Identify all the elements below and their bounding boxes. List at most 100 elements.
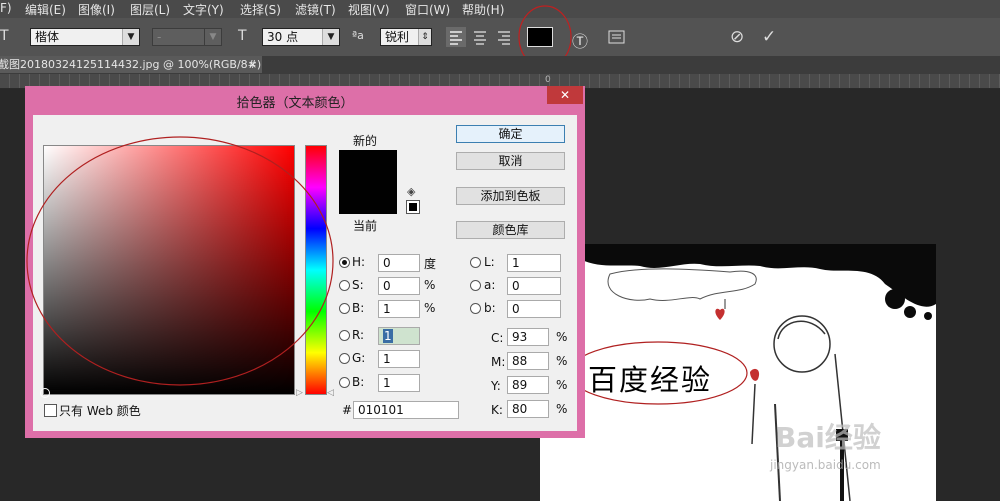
- y-input[interactable]: 89: [507, 376, 549, 394]
- blue-radio[interactable]: [339, 377, 350, 388]
- align-left-icon: [450, 31, 462, 45]
- new-color-preview: [339, 150, 397, 214]
- k-label: K:: [491, 403, 503, 417]
- s-radio[interactable]: [339, 280, 350, 291]
- watermark-url: jingyan.baidu.com: [770, 458, 881, 472]
- hue-slider-handle-right[interactable]: ◁: [327, 388, 334, 398]
- color-libraries-button[interactable]: 颜色库: [456, 221, 565, 239]
- character-panel-icon[interactable]: [608, 29, 626, 45]
- blue-input[interactable]: 1: [378, 374, 420, 392]
- font-family-value: 楷体: [35, 30, 60, 44]
- l-input[interactable]: 1: [507, 254, 561, 272]
- antialias-value: 锐利: [385, 30, 410, 44]
- c-label: C:: [491, 331, 504, 345]
- chevron-down-icon: ▼: [122, 29, 139, 45]
- text-tool-icon[interactable]: T: [0, 28, 9, 44]
- g-radio[interactable]: [339, 353, 350, 364]
- menu-view[interactable]: 视图(V): [348, 1, 390, 18]
- a-label: a:: [484, 278, 496, 292]
- s-input[interactable]: 0: [378, 277, 420, 295]
- watermark-logo: Bai经验: [775, 421, 881, 454]
- add-to-swatches-button[interactable]: 添加到色板: [456, 187, 565, 205]
- ok-button[interactable]: 确定: [456, 125, 565, 143]
- dialog-body: ▷ ◁ 新的 当前 ◈ 确定 取消 添加到色板 颜色库 H: 0 度 S: 0 …: [26, 115, 577, 431]
- h-unit: 度: [424, 257, 437, 271]
- s-label: S:: [352, 278, 364, 292]
- gamut-cube-icon[interactable]: ◈: [407, 185, 415, 198]
- font-family-select[interactable]: 楷体 ▼: [30, 28, 140, 46]
- menu-layer[interactable]: 图层(L): [130, 1, 170, 18]
- lab-b-radio[interactable]: [470, 303, 481, 314]
- menu-window[interactable]: 窗口(W): [405, 1, 450, 18]
- b-radio[interactable]: [339, 303, 350, 314]
- dialog-close-button[interactable]: ✕: [547, 86, 583, 104]
- cancel-icon[interactable]: ⊘: [730, 27, 744, 47]
- menu-edit[interactable]: 编辑(E): [25, 1, 66, 18]
- antialias-select[interactable]: 锐利 ⇕: [380, 28, 432, 46]
- g-input[interactable]: 1: [378, 350, 420, 368]
- web-safe-swatch[interactable]: [406, 200, 420, 214]
- chevron-down-icon: ▼: [322, 29, 339, 45]
- b-unit: %: [424, 301, 436, 315]
- hex-input[interactable]: 010101: [353, 401, 459, 419]
- lab-b-label: b:: [484, 301, 496, 315]
- close-icon[interactable]: ×: [248, 56, 257, 73]
- l-label: L:: [484, 255, 495, 269]
- lab-b-input[interactable]: 0: [507, 300, 561, 318]
- a-radio[interactable]: [470, 280, 481, 291]
- menu-type[interactable]: 文字(Y): [183, 1, 224, 18]
- k-input[interactable]: 80: [507, 400, 549, 418]
- align-right-button[interactable]: [494, 27, 514, 47]
- chevron-updown-icon: ⇕: [418, 29, 431, 45]
- align-center-button[interactable]: [470, 27, 490, 47]
- r-input[interactable]: 1: [378, 327, 420, 345]
- c-input[interactable]: 93: [507, 328, 549, 346]
- h-label: H:: [352, 255, 366, 269]
- cancel-button[interactable]: 取消: [456, 152, 565, 170]
- antialias-icon: ªa: [352, 29, 364, 42]
- menu-file[interactable]: F): [0, 1, 12, 15]
- chevron-down-icon: ▼: [204, 29, 221, 45]
- menu-bar: F) 编辑(E) 图像(I) 图层(L) 文字(Y) 选择(S) 滤镜(T) 视…: [0, 0, 1000, 18]
- annotation-ellipse: [568, 341, 748, 405]
- commit-check-icon[interactable]: ✓: [762, 27, 776, 47]
- font-size-icon: T: [238, 28, 247, 44]
- hue-slider-handle-left[interactable]: ▷: [296, 388, 303, 398]
- k-unit: %: [556, 402, 568, 416]
- m-label: M:: [491, 355, 506, 369]
- h-input[interactable]: 0: [378, 254, 420, 272]
- a-input[interactable]: 0: [507, 277, 561, 295]
- warp-text-icon[interactable]: Ⓣ: [572, 28, 588, 52]
- dialog-title: 拾色器（文本颜色）: [236, 96, 354, 111]
- menu-filter[interactable]: 滤镜(T): [295, 1, 336, 18]
- h-radio[interactable]: [339, 257, 350, 268]
- web-only-checkbox[interactable]: [44, 404, 57, 417]
- hex-label: #: [342, 403, 353, 417]
- b-label: B:: [352, 301, 365, 315]
- s-unit: %: [424, 278, 436, 292]
- font-size-value: 30 点: [267, 30, 299, 44]
- c-unit: %: [556, 330, 568, 344]
- menu-help[interactable]: 帮助(H): [462, 1, 504, 18]
- b-input[interactable]: 1: [378, 300, 420, 318]
- color-field-cursor[interactable]: [40, 388, 50, 398]
- align-right-icon: [498, 31, 510, 45]
- r-input-value: 1: [383, 329, 393, 343]
- l-radio[interactable]: [470, 257, 481, 268]
- options-bar: T 楷体 ▼ - ▼ T 30 点 ▼ ªa 锐利 ⇕ Ⓣ ⊘ ✓: [0, 5, 1000, 69]
- m-unit: %: [556, 354, 568, 368]
- y-unit: %: [556, 378, 568, 392]
- document-tab[interactable]: 截图20180324125114432.jpg @ 100%(RGB/8#) ×: [0, 56, 262, 73]
- font-size-select[interactable]: 30 点 ▼: [262, 28, 340, 46]
- m-input[interactable]: 88: [507, 352, 549, 370]
- new-color-label: 新的: [353, 134, 378, 148]
- current-color-label: 当前: [353, 219, 378, 233]
- font-style-select[interactable]: - ▼: [152, 28, 222, 46]
- menu-image[interactable]: 图像(I): [78, 1, 115, 18]
- y-label: Y:: [491, 379, 501, 393]
- r-label: R:: [352, 328, 365, 342]
- menu-select[interactable]: 选择(S): [240, 1, 281, 18]
- align-left-button[interactable]: [446, 27, 466, 47]
- close-icon: ✕: [559, 88, 571, 102]
- r-radio[interactable]: [339, 330, 350, 341]
